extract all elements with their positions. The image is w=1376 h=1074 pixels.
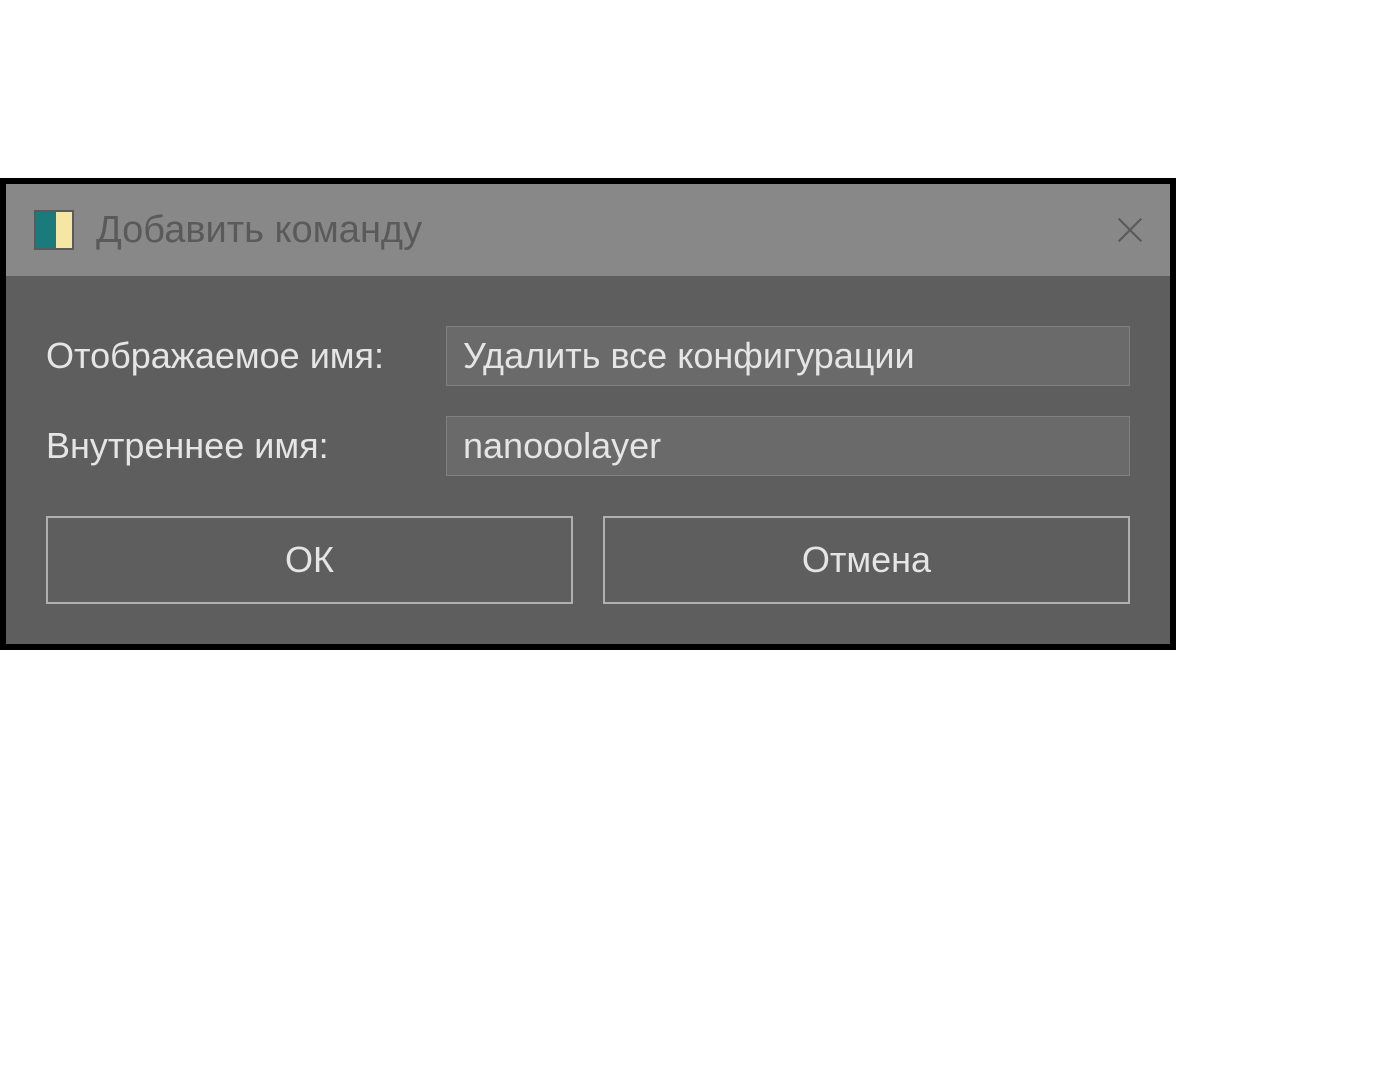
display-name-input[interactable]	[446, 326, 1130, 386]
dialog-window: Добавить команду Отображаемое имя: Внутр…	[0, 178, 1176, 650]
cancel-button[interactable]: Отмена	[603, 516, 1130, 604]
internal-name-label: Внутреннее имя:	[46, 425, 446, 467]
ok-button[interactable]: ОК	[46, 516, 573, 604]
app-icon	[34, 210, 74, 250]
internal-name-row: Внутреннее имя:	[46, 416, 1130, 476]
close-icon[interactable]	[1110, 210, 1150, 250]
dialog-title: Добавить команду	[96, 209, 1110, 252]
button-row: ОК Отмена	[46, 516, 1130, 604]
internal-name-input[interactable]	[446, 416, 1130, 476]
titlebar: Добавить команду	[6, 184, 1170, 276]
display-name-label: Отображаемое имя:	[46, 335, 446, 377]
dialog-body: Отображаемое имя: Внутреннее имя: ОК Отм…	[6, 276, 1170, 644]
display-name-row: Отображаемое имя:	[46, 326, 1130, 386]
